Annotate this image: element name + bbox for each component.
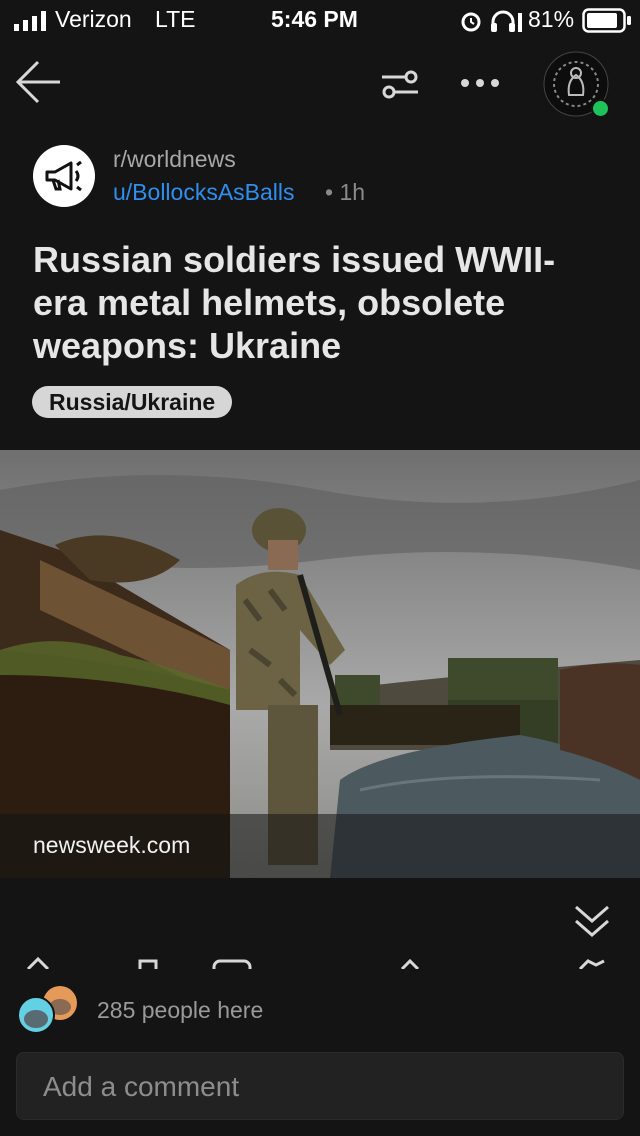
presence-avatars xyxy=(16,985,82,1042)
chevrons-down-icon[interactable] xyxy=(572,902,612,940)
clock: 5:46 PM xyxy=(271,6,358,32)
link-domain[interactable]: newsweek.com xyxy=(33,832,190,859)
carrier-label: Verizon xyxy=(55,6,132,32)
megaphone-icon xyxy=(45,160,82,192)
subreddit-name[interactable]: r/worldnews xyxy=(113,146,236,173)
downvote-icon[interactable] xyxy=(138,959,158,969)
comment-input[interactable]: Add a comment xyxy=(16,1052,624,1120)
share-icon[interactable] xyxy=(400,958,420,969)
upvote-icon[interactable] xyxy=(26,956,50,969)
headphones-icon xyxy=(491,10,522,32)
award-icon[interactable] xyxy=(578,959,605,969)
back-arrow-icon[interactable] xyxy=(14,57,64,107)
presence-count: 285 people here xyxy=(97,997,264,1023)
post-title: Russian soldiers issued WWII-era metal h… xyxy=(33,239,556,366)
post-flair[interactable]: Russia/Ukraine xyxy=(32,386,233,418)
post-age: • 1h xyxy=(325,179,366,205)
subreddit-icon[interactable] xyxy=(33,145,95,207)
user-avatar[interactable] xyxy=(543,51,610,118)
alarm-icon xyxy=(461,12,481,32)
battery-percent: 81% xyxy=(528,6,575,32)
post-action-bar xyxy=(0,955,640,969)
status-bar: Verizon LTE 5:46 PM 81% xyxy=(0,0,640,42)
signal-icon xyxy=(14,11,46,31)
network-label: LTE xyxy=(155,6,196,32)
author-link[interactable]: u/BollocksAsBalls xyxy=(113,179,295,206)
more-dots-icon[interactable] xyxy=(459,77,501,89)
battery-icon xyxy=(582,8,631,33)
online-indicator xyxy=(591,99,610,118)
comment-placeholder: Add a comment xyxy=(43,1071,240,1102)
comments-icon[interactable] xyxy=(212,959,252,969)
filter-sliders-icon[interactable] xyxy=(380,68,420,100)
